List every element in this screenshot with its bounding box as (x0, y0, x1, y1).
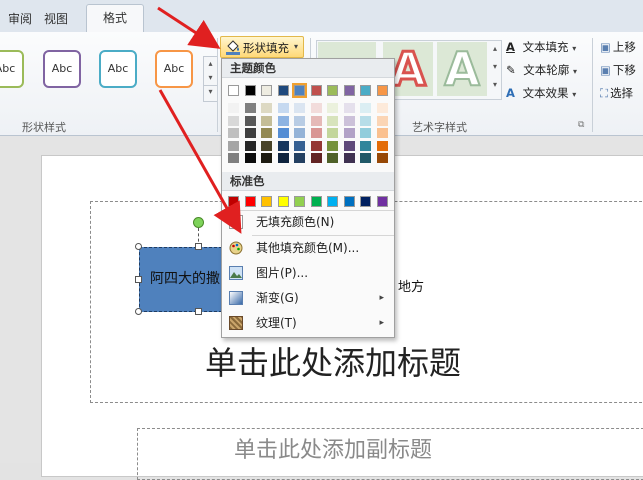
annotation-arrows (157, 6, 242, 234)
annotation-arrow-to-no-fill (158, 89, 242, 234)
annotation-arrow-to-fill-button (157, 6, 221, 49)
